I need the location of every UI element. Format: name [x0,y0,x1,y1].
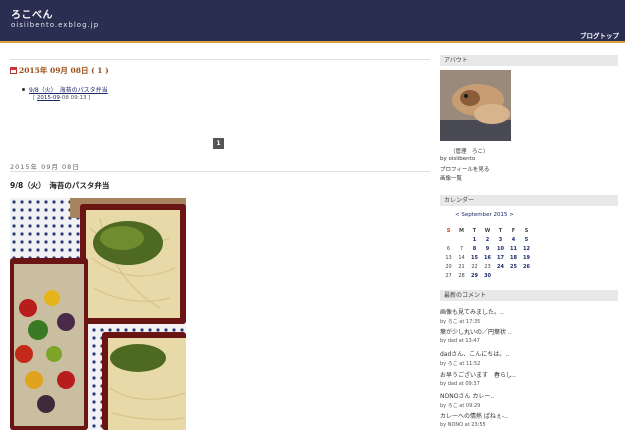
archive-list: 9/8（火） 海苔のパスタ弁当 [22,85,108,94]
calendar-weekday: F [511,227,516,234]
calendar-day: 7 [459,245,464,252]
calendar-day[interactable]: 4 [507,235,520,244]
comment-by: by dad at 13:47 [440,338,480,344]
avatar[interactable] [440,70,511,141]
calendar-day[interactable]: 26 [520,262,533,271]
calendar-day: 21 [458,263,465,270]
header-stripe [0,41,625,43]
comment-by: by ろこ at 11:52 [440,361,481,367]
calendar-day: 14 [458,254,465,261]
calendar-day [442,235,455,244]
comment-item: カレーへの情熱 ぱねぇ-.. by NONO at 23:55 [440,411,620,428]
calendar-day[interactable]: 3 [494,235,507,244]
calendar-day[interactable]: 8 [468,244,481,253]
comments-section-title: 最新のコメント [440,290,618,301]
calendar-day[interactable]: 29 [468,271,481,280]
admin-label: （管理 ろこ） [450,149,489,155]
calendar-day: 20 [445,263,452,270]
calendar-weekday: S [524,227,529,234]
site-url: oisiibento.exblog.jp [11,21,100,29]
calendar-day[interactable]: 25 [507,262,520,271]
comment-by: by NONO at 23:55 [440,422,486,428]
calendar-day[interactable]: 30 [481,271,494,280]
archive-heading: 2015年 09月 08日 ( 1 ) [10,65,109,76]
calendar-weekday: S [446,227,451,234]
bullet-icon [22,88,25,91]
calendar-day: 27 [445,272,452,279]
comment-text[interactable]: カレーへの情熱 ぱねぇ-.. [440,411,620,420]
archive-date-rest: -08 09:13 [59,95,87,101]
comment-item: dadさん、こんにちは。.. by ろこ at 11:52 [440,349,620,367]
calendar-day: 23 [484,263,491,270]
profile-photo-image [440,70,511,141]
profile-link[interactable]: プロフィールを見る [440,165,489,173]
archive-date-link[interactable]: 2015-09 [37,95,60,101]
calendar-day[interactable]: 15 [468,253,481,262]
about-section-title: アバウト [440,55,618,66]
calendar-icon [10,67,17,74]
calendar-weekday: W [484,227,491,234]
post-photo [10,198,186,430]
site-title[interactable]: ろこべん [11,6,53,21]
calendar-day[interactable]: 5 [520,235,533,244]
calendar-day[interactable]: 1 [468,235,481,244]
comment-item: NONOさん カレー.. by ろこ at 09:29 [440,391,620,409]
post-date: 2015年 09月 08日 [10,163,80,171]
calendar-day[interactable]: 11 [507,244,520,253]
calendar-day [455,235,468,244]
calendar-day[interactable]: 19 [520,253,533,262]
comment-text[interactable]: 画像も見てみました。.. [440,307,620,316]
calendar-day [507,271,520,280]
calendar-day[interactable]: 16 [481,253,494,262]
page-number[interactable]: 1 [213,138,224,149]
calendar-day[interactable]: 17 [494,253,507,262]
divider [10,59,430,60]
author-by: by oisiibento [440,156,476,162]
calendar-day: 6 [446,245,451,252]
calendar-section-title: カレンダー [440,195,618,206]
comment-item: 葉が少し丸いの／円葉状 .. by dad at 13:47 [440,327,620,344]
calendar-day: 22 [471,263,478,270]
archive-post-meta: [ 2015-09-08 09:13 ] [33,95,91,101]
calendar-day[interactable]: 10 [494,244,507,253]
calendar-day [494,271,507,280]
calendar-weekday: T [498,227,503,234]
calendar-day[interactable]: 2 [481,235,494,244]
calendar-day: 28 [458,272,465,279]
calendar-day [520,271,533,280]
list-item: 9/8（火） 海苔のパスタ弁当 [22,85,108,94]
comment-item: お早うございます 春らし.. by dad at 09:37 [440,370,620,387]
calendar-day[interactable]: 18 [507,253,520,262]
calendar-day[interactable]: 9 [481,244,494,253]
calendar-nav[interactable]: < September 2015 > [455,212,514,218]
archive-post-link[interactable]: 9/8（火） 海苔のパスタ弁当 [29,85,108,94]
comment-text[interactable]: NONOさん カレー.. [440,391,620,400]
comment-text[interactable]: 葉が少し丸いの／円葉状 .. [440,327,620,336]
divider [10,171,430,172]
image-list-link[interactable]: 画像一覧 [440,174,462,182]
calendar-weekday: T [472,227,477,234]
calendar-day[interactable]: 12 [520,244,533,253]
calendar-day: 13 [445,254,452,261]
calendar-day[interactable]: 24 [494,262,507,271]
bento-photo-image [10,198,186,430]
archive-heading-text: 2015年 09月 08日 ( 1 ) [19,66,109,75]
comment-by: by ろこ at 17:35 [440,319,481,325]
post-title[interactable]: 9/8（火） 海苔のパスタ弁当 [10,180,109,191]
comment-text[interactable]: dadさん、こんにちは。.. [440,349,620,358]
comment-by: by dad at 09:37 [440,381,480,387]
calendar-weekday: M [459,227,464,234]
comment-by: by ろこ at 09:29 [440,403,481,409]
blog-top-link[interactable]: ブログトップ [580,30,619,40]
calendar-table: S M T W T F S 1 2 3 4 5 6 7 8 9 10 11 12 13 14 15 16 17 18 19 20 21… [442,226,533,280]
comment-text[interactable]: お早うございます 春らし.. [440,370,620,379]
comment-item: 画像も見てみました。.. by ろこ at 17:35 [440,307,620,325]
